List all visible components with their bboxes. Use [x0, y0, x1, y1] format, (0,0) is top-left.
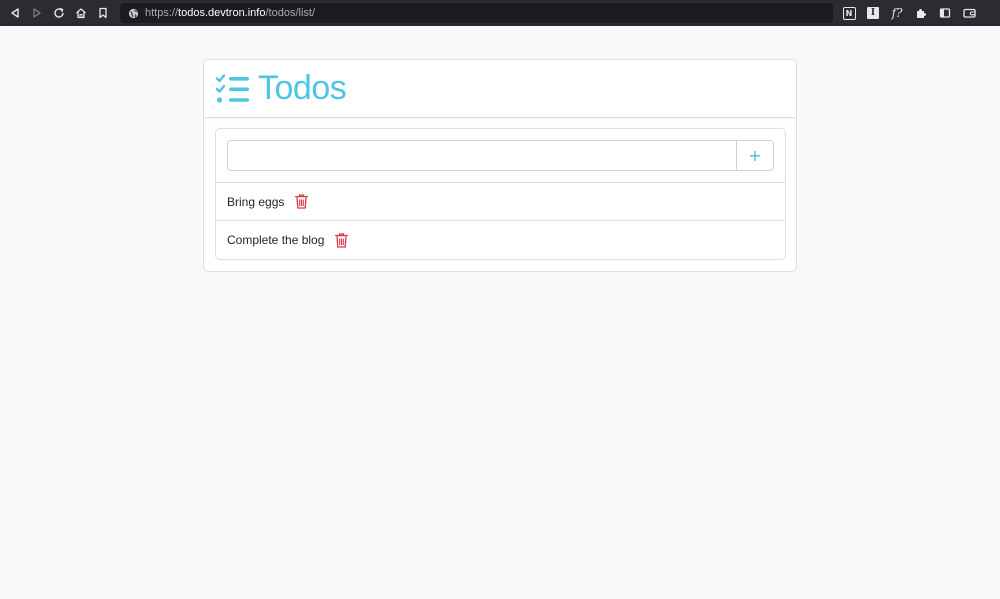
- checklist-icon: [216, 73, 250, 104]
- sidebar-button[interactable]: [938, 6, 952, 20]
- notion-extension-button[interactable]: N: [842, 6, 856, 20]
- notion-icon: N: [842, 6, 856, 20]
- globe-icon: [128, 8, 139, 19]
- home-button[interactable]: [70, 2, 92, 24]
- delete-todo-button[interactable]: [335, 232, 349, 248]
- bookmark-button[interactable]: [92, 2, 114, 24]
- url-path: /todos/list/: [265, 7, 316, 19]
- back-button[interactable]: [4, 2, 26, 24]
- forward-button[interactable]: [26, 2, 48, 24]
- todos-card: Todos + Bring eggs Complete the blog: [203, 59, 797, 272]
- info-icon: I: [867, 7, 879, 19]
- sidebar-icon: [939, 8, 951, 18]
- nav-buttons: [0, 2, 118, 24]
- page-title: Todos: [258, 69, 347, 107]
- url-scheme: https://: [145, 7, 179, 19]
- add-todo-button[interactable]: +: [736, 140, 774, 171]
- wallet-icon: [962, 8, 976, 18]
- wallet-button[interactable]: [962, 6, 976, 20]
- trash-icon: [295, 194, 309, 209]
- bookmark-icon: [99, 7, 107, 19]
- back-icon: [11, 8, 19, 18]
- extensions-button[interactable]: [914, 6, 928, 20]
- fx-icon: f?: [891, 6, 903, 20]
- reload-icon: [54, 7, 64, 18]
- card-header: Todos: [204, 60, 796, 118]
- new-todo-row: +: [216, 129, 785, 183]
- trash-icon: [335, 232, 349, 248]
- fx-extension-button[interactable]: f?: [890, 6, 904, 20]
- address-bar[interactable]: https://todos.devtron.info/todos/list/: [120, 3, 833, 23]
- todo-text: Complete the blog: [227, 233, 325, 247]
- new-todo-input[interactable]: [227, 140, 736, 171]
- extensions-area: N I f?: [842, 3, 976, 23]
- reload-button[interactable]: [48, 2, 70, 24]
- forward-icon: [33, 8, 41, 18]
- todo-text: Bring eggs: [227, 194, 285, 209]
- delete-todo-button[interactable]: [295, 194, 309, 209]
- home-icon: [76, 8, 86, 19]
- todo-list: + Bring eggs Complete the blog: [215, 128, 786, 260]
- card-body: + Bring eggs Complete the blog: [204, 118, 796, 270]
- puzzle-icon: [917, 9, 926, 18]
- browser-toolbar: https://todos.devtron.info/todos/list/ N…: [0, 0, 1000, 26]
- todo-item: Complete the blog: [216, 221, 785, 259]
- url-host: todos.devtron.info: [178, 7, 266, 19]
- info-extension-button[interactable]: I: [866, 6, 880, 20]
- todo-item: Bring eggs: [216, 183, 785, 221]
